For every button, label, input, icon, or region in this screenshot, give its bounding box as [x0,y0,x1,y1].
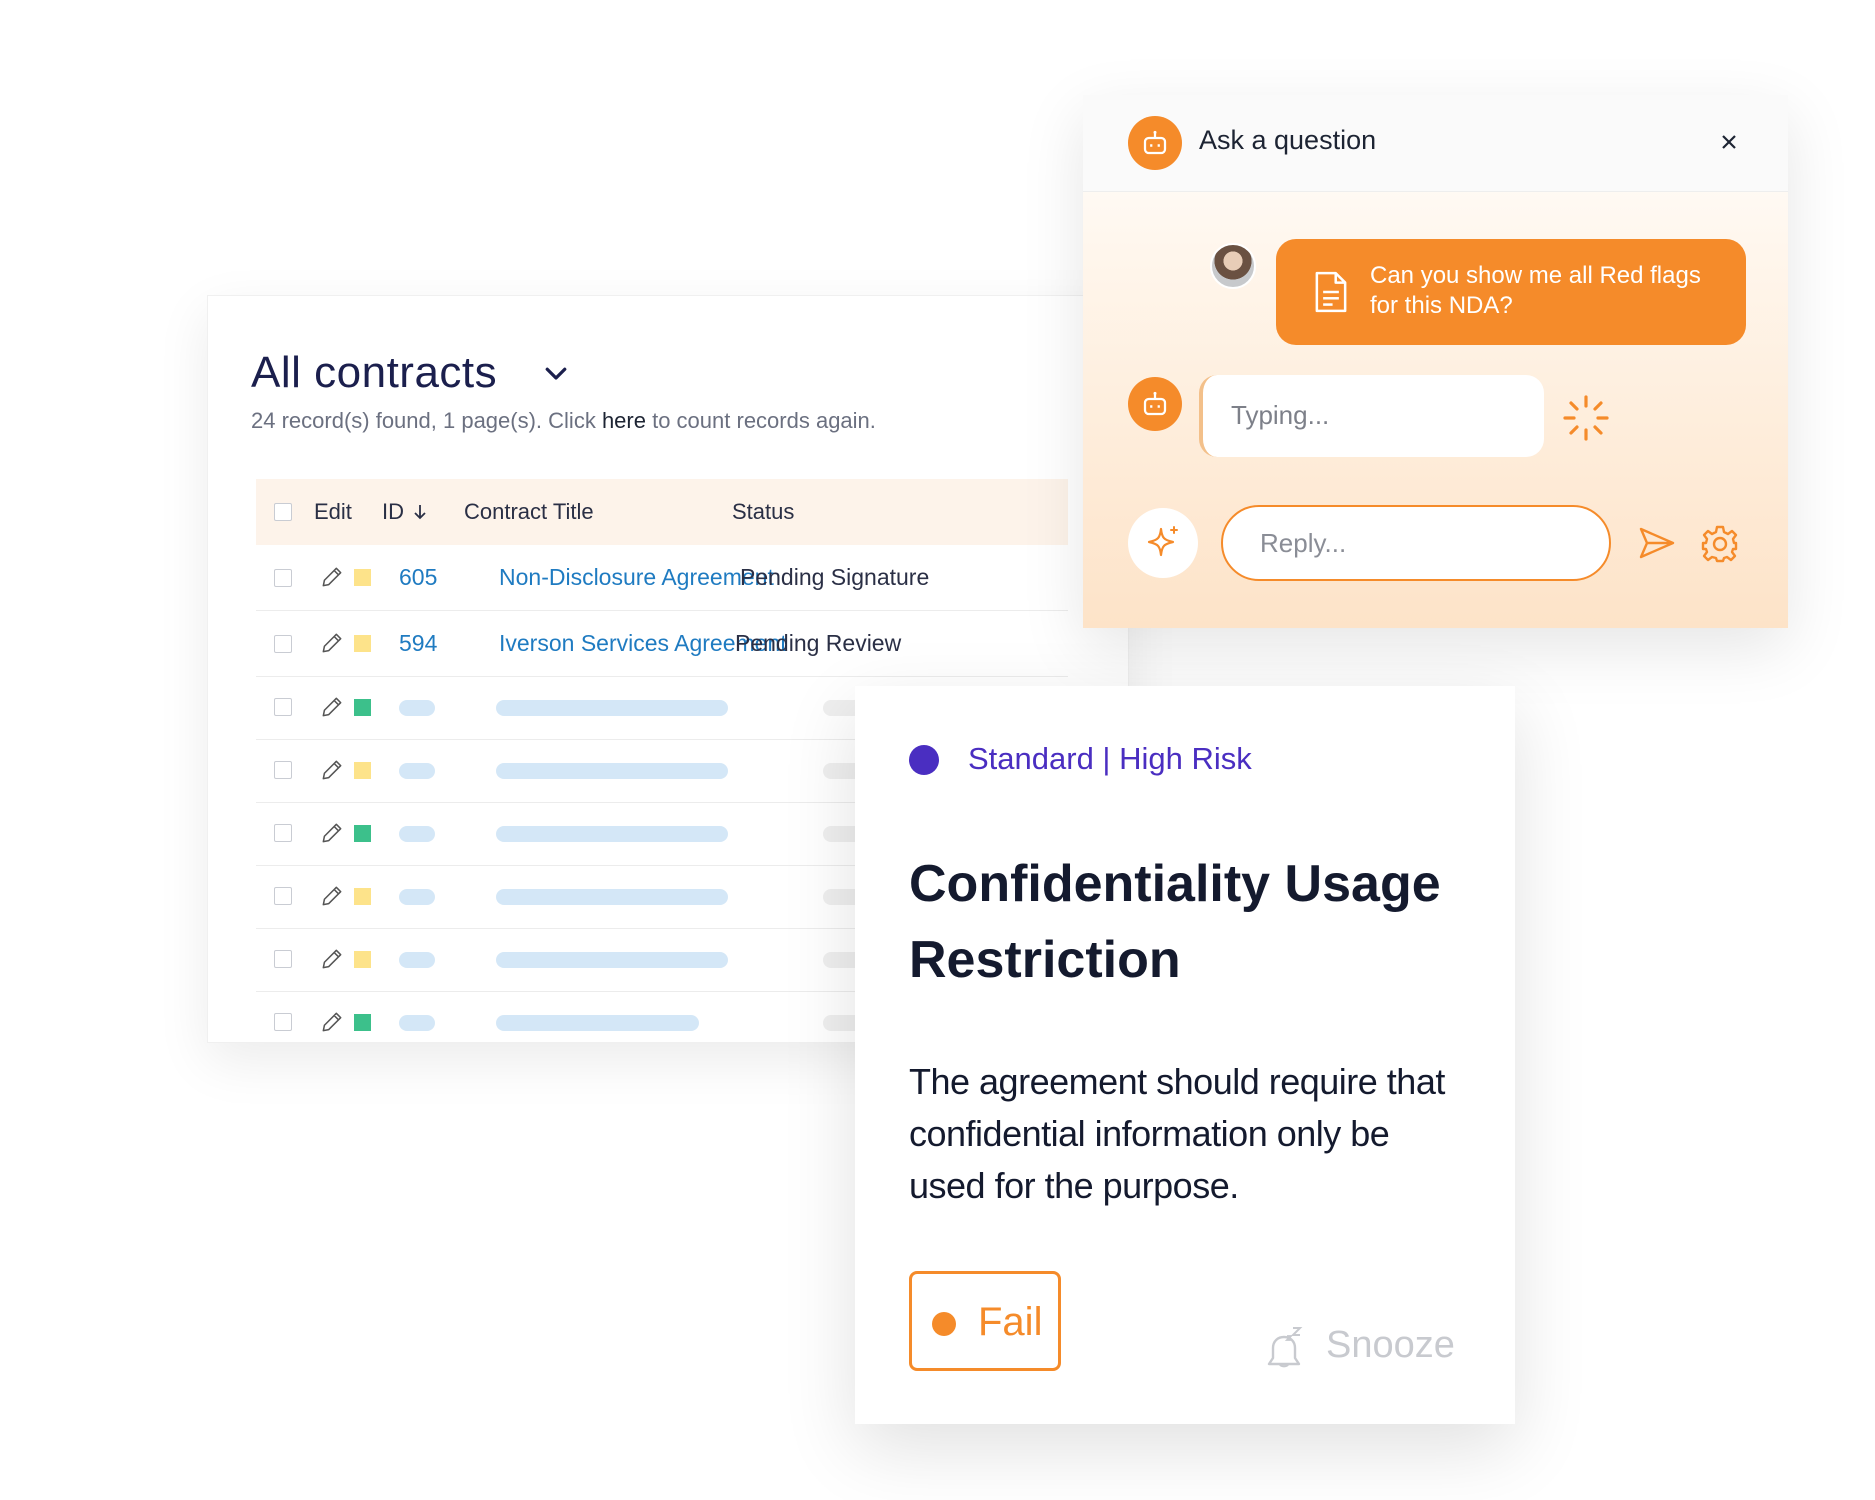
row-checkbox[interactable] [274,887,292,905]
column-id-label: ID [382,499,404,524]
chat-header: Ask a question [1083,95,1788,192]
risk-description: The agreement should require that confid… [909,1061,1445,1206]
status-flag [354,569,371,586]
contracts-title: All contracts [251,348,498,397]
status-flag [354,762,371,779]
row-checkbox[interactable] [274,824,292,842]
send-icon[interactable] [1637,523,1677,563]
snooze-bell-icon [1267,1327,1303,1368]
robot-icon [1128,116,1182,170]
contract-status: Pending Signature [740,564,930,590]
skeleton-title [496,700,728,716]
user-message-text: Can you show me all Red flags for this N… [1370,262,1701,319]
row-checkbox[interactable] [274,635,292,653]
contract-id-link[interactable]: 594 [399,630,437,657]
robot-icon [1128,377,1182,431]
records-summary-text: 24 record(s) found, 1 page(s). Click [251,408,602,433]
contract-status: Pending Review [735,630,902,656]
pencil-icon[interactable] [319,946,345,972]
pencil-icon[interactable] [319,757,345,783]
bot-typing-bubble: Typing... [1199,375,1544,457]
row-checkbox[interactable] [274,950,292,968]
row-checkbox[interactable] [274,761,292,779]
skeleton-title [496,763,728,779]
row-checkbox[interactable] [274,569,292,587]
pencil-icon[interactable] [319,694,345,720]
skeleton-title [496,1015,699,1031]
status-flag [354,1014,371,1031]
count-records-link[interactable]: here [602,408,646,433]
pencil-icon[interactable] [319,564,345,590]
table-row[interactable]: 605 Non-Disclosure Agreement Pending Sig… [256,545,1068,611]
skeleton-id [399,826,435,842]
column-id[interactable]: ID [382,499,428,525]
pencil-icon[interactable] [319,1009,345,1035]
close-icon[interactable] [1717,130,1741,154]
contract-id-link[interactable]: 605 [399,564,437,591]
table-header: Edit ID Contract Title Status [256,479,1068,545]
skeleton-id [399,889,435,905]
skeleton-id [399,1015,435,1031]
status-flag [354,635,371,652]
records-summary: 24 record(s) found, 1 page(s). Click her… [251,408,876,434]
column-edit: Edit [314,499,352,524]
row-checkbox[interactable] [274,1013,292,1031]
pencil-icon[interactable] [319,630,345,656]
skeleton-id [399,952,435,968]
spinner-icon [1563,395,1609,441]
arrow-down-icon [414,505,426,520]
select-all-checkbox[interactable] [274,503,292,521]
user-message-bubble: Can you show me all Red flags for this N… [1276,239,1746,345]
user-avatar [1210,243,1256,289]
row-checkbox[interactable] [274,698,292,716]
chat-panel: Ask a question Can you show me all Red f… [1083,95,1788,628]
gear-icon[interactable] [1700,523,1740,563]
risk-card: Standard | High Risk Confidentiality Usa… [855,686,1515,1424]
fail-status-button[interactable]: Fail [909,1271,1061,1371]
records-summary-suffix: to count records again. [645,408,876,433]
snooze-label: Snooze [1326,1324,1455,1366]
skeleton-title [496,952,728,968]
status-flag [354,951,371,968]
chevron-down-icon[interactable] [541,358,571,388]
column-contract-title[interactable]: Contract Title [464,499,594,525]
ai-suggest-button[interactable] [1128,508,1198,578]
skeleton-title [496,826,728,842]
skeleton-title [496,889,728,905]
fail-label: Fail [978,1300,1043,1344]
risk-title: Confidentiality Usage Restriction [909,855,1441,989]
contract-title-link[interactable]: Non-Disclosure Agreement [499,564,774,591]
typing-indicator-text: Typing... [1231,400,1330,430]
reply-input[interactable] [1221,505,1611,581]
snooze-button[interactable]: Snooze [1263,1316,1473,1376]
status-flag [354,888,371,905]
skeleton-id [399,700,435,716]
document-icon [1315,271,1347,313]
table-row[interactable]: 594 Iverson Services Agreement Pending R… [256,611,1068,677]
pencil-icon[interactable] [319,883,345,909]
status-flag [354,699,371,716]
pencil-icon[interactable] [319,820,345,846]
column-status[interactable]: Status [732,499,794,525]
chat-title: Ask a question [1199,125,1377,155]
fail-dot [932,1312,956,1336]
risk-label: Standard | High Risk [968,741,1252,776]
risk-indicator-dot [909,745,939,775]
status-flag [354,825,371,842]
sparkle-icon [1147,526,1178,557]
skeleton-id [399,763,435,779]
